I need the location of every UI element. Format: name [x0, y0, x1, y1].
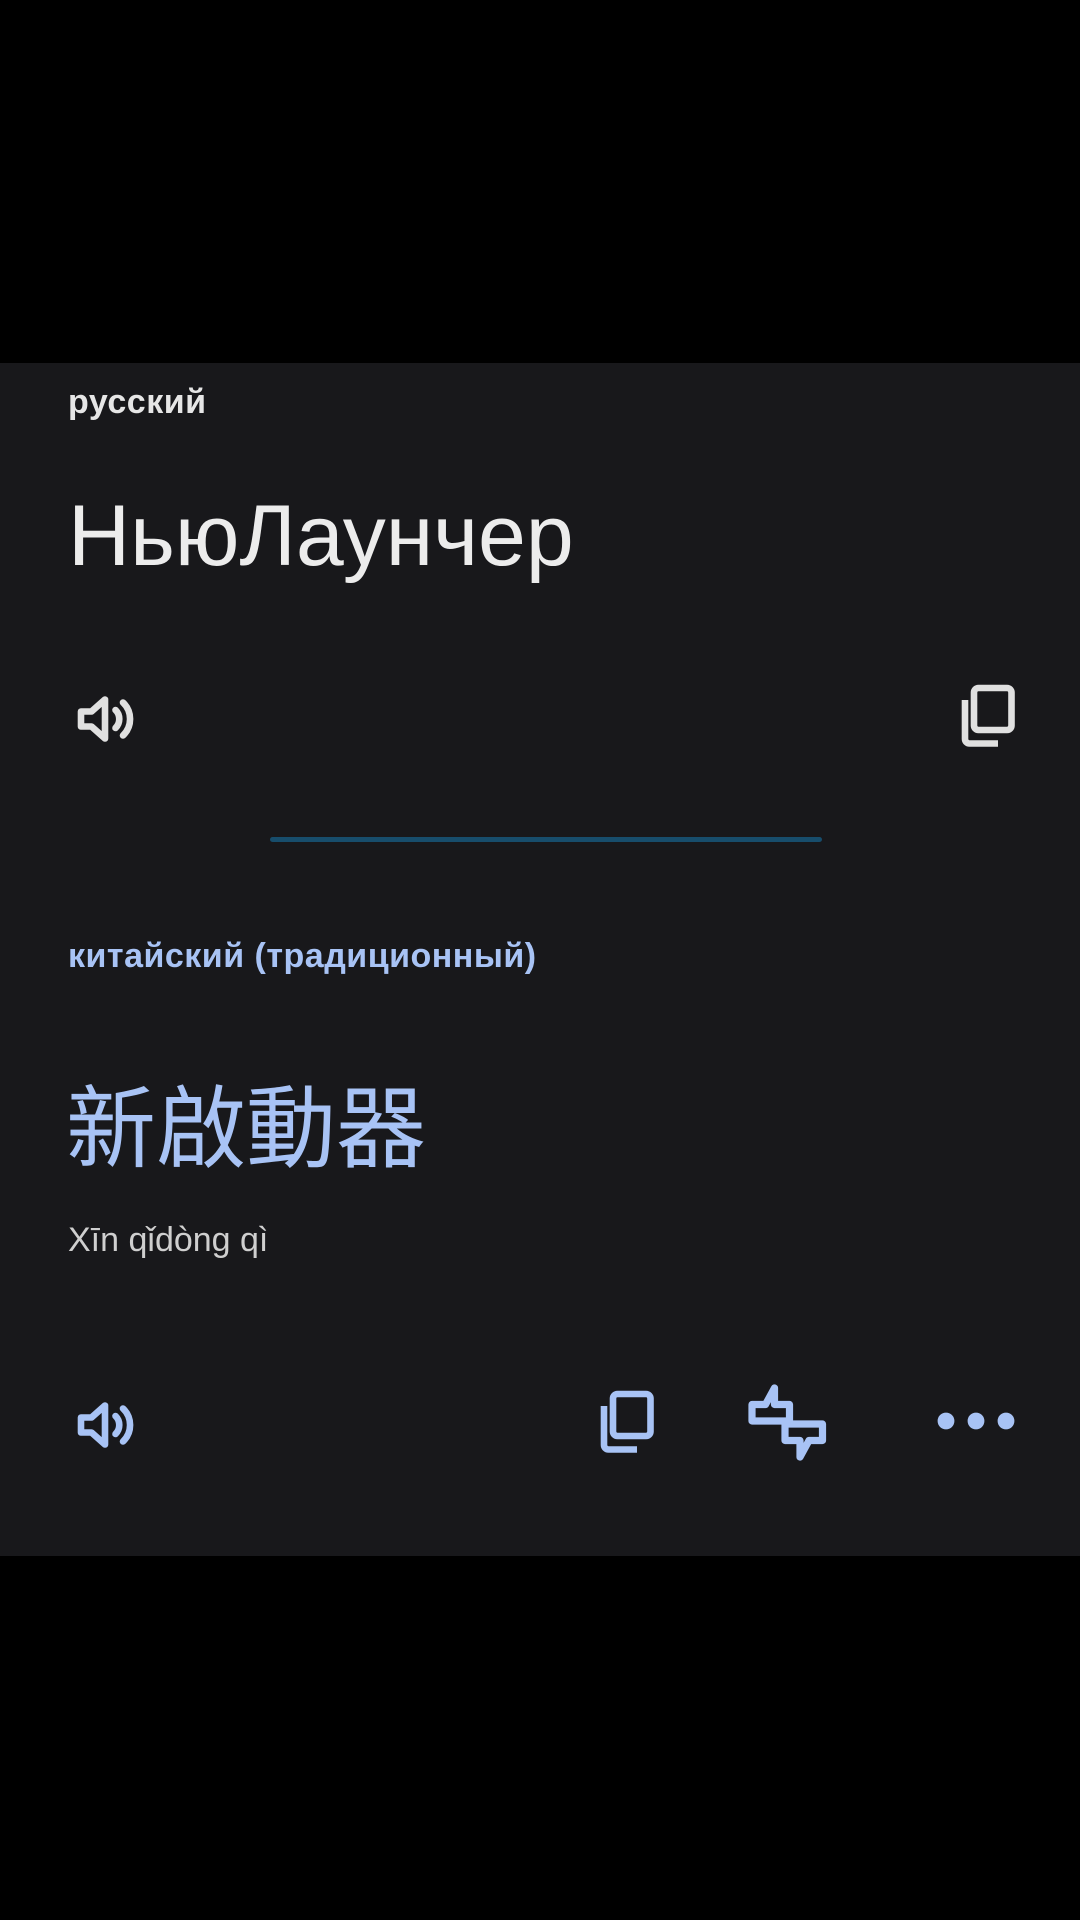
source-speak-button[interactable] — [66, 677, 150, 761]
copy-icon — [600, 1390, 654, 1453]
panel-divider — [270, 837, 822, 842]
more-options-button[interactable] — [934, 1379, 1018, 1463]
translation-card: русский НьюЛаунчер китайский (традиционн… — [0, 363, 1080, 1556]
screen: русский НьюЛаунчер китайский (традиционн… — [0, 0, 1080, 1920]
target-text[interactable]: 新啟動器 — [66, 1085, 426, 1175]
copy-icon — [961, 684, 1015, 747]
rate-translation-icon — [748, 1384, 827, 1461]
volume-icon — [77, 1402, 134, 1448]
rate-translation-button[interactable] — [746, 1379, 830, 1463]
source-language-label: русский — [68, 383, 207, 421]
source-text[interactable]: НьюЛаунчер — [68, 493, 574, 579]
more-horizontal-icon — [937, 1412, 1015, 1430]
transliteration-text: Xīn qǐdòng qì — [68, 1221, 269, 1259]
target-copy-button[interactable] — [583, 1379, 667, 1463]
target-language-label: китайский (традиционный) — [68, 937, 537, 975]
target-speak-button[interactable] — [66, 1383, 150, 1467]
volume-icon — [77, 696, 134, 742]
source-copy-button[interactable] — [944, 673, 1028, 757]
